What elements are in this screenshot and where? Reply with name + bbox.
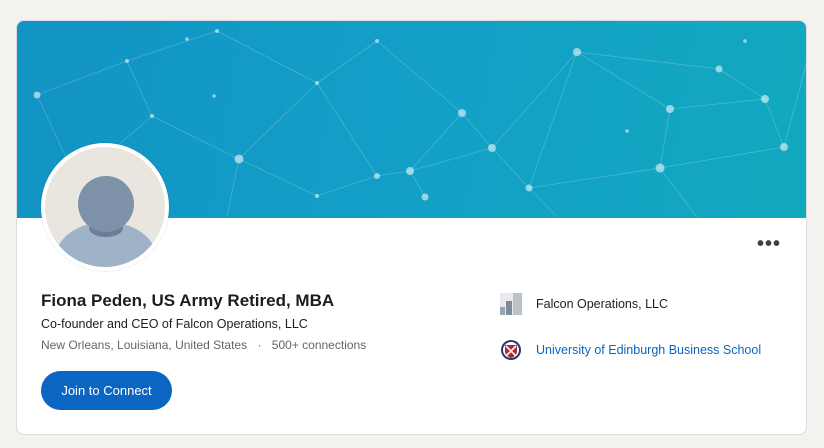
affiliation-school[interactable]: University of Edinburgh Business School (500, 339, 761, 361)
profile-avatar (41, 143, 169, 271)
profile-connections: 500+ connections (271, 338, 367, 352)
join-to-connect-button[interactable]: Join to Connect (41, 371, 172, 410)
profile-meta: New Orleans, Louisiana, United States · … (41, 338, 366, 352)
profile-location: New Orleans, Louisiana, United States (41, 338, 248, 352)
ellipsis-icon: ••• (756, 232, 781, 255)
university-crest-icon (501, 340, 521, 360)
company-name[interactable]: Falcon Operations, LLC (536, 297, 668, 311)
profile-headline: Co-founder and CEO of Falcon Operations,… (41, 317, 308, 331)
more-options-button[interactable]: ••• (754, 233, 784, 255)
affiliation-company[interactable]: Falcon Operations, LLC (500, 293, 668, 315)
school-name-link[interactable]: University of Edinburgh Business School (536, 343, 761, 357)
meta-separator: · (257, 338, 262, 352)
company-logo-icon (500, 293, 522, 315)
avatar-head (78, 176, 134, 232)
profile-card: ••• Fiona Peden, US Army Retired, MBA Co… (16, 20, 807, 435)
profile-name: Fiona Peden, US Army Retired, MBA (41, 291, 335, 310)
